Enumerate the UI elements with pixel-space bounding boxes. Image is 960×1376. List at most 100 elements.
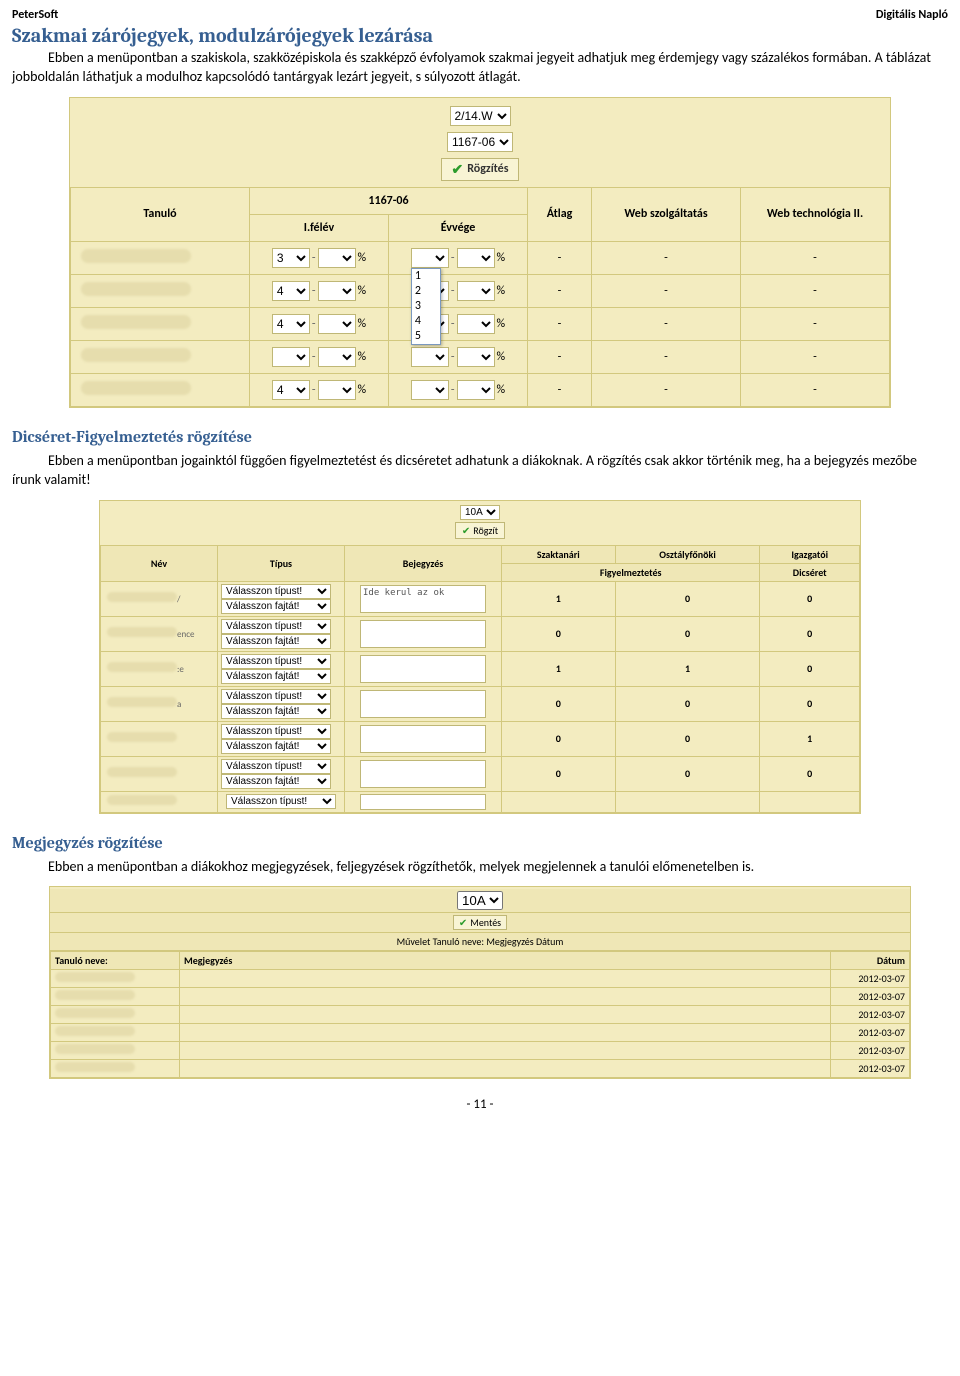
student-name-blur bbox=[107, 697, 177, 707]
grade-select-open[interactable]: 1 2 3 4 5 bbox=[411, 248, 449, 268]
grade-select[interactable]: 4 bbox=[272, 380, 310, 400]
date-cell: 2012-03-07 bbox=[831, 970, 910, 988]
grade-row: 4-% -% --- bbox=[71, 307, 890, 340]
entry-textarea[interactable] bbox=[360, 725, 486, 753]
kind-select[interactable]: Válasszon fajtát! bbox=[221, 669, 331, 684]
percent-select[interactable] bbox=[318, 248, 356, 268]
warning-row: /Válasszon típust!Válasszon fajtát! Ide k… bbox=[101, 581, 860, 616]
warning-row: enceVálasszon típust!Válasszon fajtát!00… bbox=[101, 616, 860, 651]
student-name-blur bbox=[55, 1062, 135, 1072]
note-row: 2012-03-07 bbox=[51, 988, 910, 1006]
type-select[interactable]: Válasszon típust! bbox=[221, 724, 331, 739]
entry-textarea[interactable] bbox=[360, 655, 486, 683]
th-figy: Figyelmeztetés bbox=[502, 563, 760, 581]
student-name-blur bbox=[81, 249, 191, 263]
kind-select[interactable]: Válasszon fajtát! bbox=[221, 704, 331, 719]
th-igazgatoi: Igazgatói bbox=[760, 545, 860, 563]
grade-row: 3 - % 1 2 3 4 5 bbox=[71, 241, 890, 274]
type-select[interactable]: Válasszon típust! bbox=[221, 584, 331, 599]
th-tipus: Típus bbox=[218, 545, 345, 581]
save-button[interactable]: ✔ Rögzít bbox=[455, 522, 505, 539]
type-select[interactable]: Válasszon típust! bbox=[226, 794, 336, 809]
student-name-blur bbox=[55, 1008, 135, 1018]
count-cell: 0 bbox=[760, 616, 860, 651]
kind-select[interactable]: Válasszon fajtát! bbox=[221, 599, 331, 614]
class-select[interactable]: 10A bbox=[457, 891, 503, 910]
percent-select[interactable] bbox=[457, 248, 495, 268]
save-button-label: Mentés bbox=[470, 916, 501, 929]
type-select[interactable]: Válasszon típust! bbox=[221, 619, 331, 634]
kind-select[interactable]: Válasszon fajtát! bbox=[221, 634, 331, 649]
count-cell: 0 bbox=[502, 756, 616, 791]
date-cell: 2012-03-07 bbox=[831, 1060, 910, 1078]
student-name-blur bbox=[107, 627, 177, 637]
grade-select[interactable]: 3 bbox=[272, 248, 310, 268]
th-osztalyfonoki: Osztályfőnöki bbox=[615, 545, 760, 563]
ops-label: Művelet Tanuló neve: Megjegyzés Dátum bbox=[50, 933, 910, 951]
count-cell: 0 bbox=[615, 721, 760, 756]
type-select[interactable]: Válasszon típust! bbox=[221, 654, 331, 669]
entry-textarea[interactable]: Ide kerul az ok bbox=[360, 585, 486, 613]
subj-cell: - bbox=[592, 241, 741, 274]
student-name-blur bbox=[107, 592, 177, 602]
th-evvege: Évvége bbox=[389, 214, 528, 241]
grade-select[interactable]: 4 bbox=[272, 281, 310, 301]
note-cell bbox=[180, 970, 831, 988]
avg-cell: - bbox=[528, 241, 592, 274]
paragraph-3: Ebben a menüpontban a diákokhoz megjegyz… bbox=[12, 858, 948, 877]
student-name-cell bbox=[101, 721, 218, 756]
entry-textarea[interactable] bbox=[360, 760, 486, 788]
type-select[interactable]: Válasszon típust! bbox=[221, 759, 331, 774]
student-name-blur bbox=[55, 1026, 135, 1036]
module-select[interactable]: 1167-06 bbox=[447, 132, 513, 152]
kind-select[interactable]: Válasszon fajtát! bbox=[221, 739, 331, 754]
dropdown-menu[interactable]: 1 2 3 4 5 bbox=[411, 268, 441, 345]
warning-row: Válasszon típust!Válasszon fajtát!000 bbox=[101, 756, 860, 791]
grade-select[interactable]: 4 bbox=[272, 314, 310, 334]
count-cell: 0 bbox=[502, 721, 616, 756]
header-left: PeterSoft bbox=[12, 8, 58, 22]
entry-textarea[interactable] bbox=[360, 620, 486, 648]
class-select[interactable]: 2/14.W bbox=[450, 106, 511, 126]
note-cell bbox=[180, 1042, 831, 1060]
class-select[interactable]: 10A bbox=[460, 505, 500, 520]
th-felev: I.félév bbox=[250, 214, 389, 241]
check-icon: ✔ bbox=[459, 916, 467, 929]
kind-select[interactable]: Válasszon fajtát! bbox=[221, 774, 331, 789]
note-cell bbox=[180, 1024, 831, 1042]
count-cell: 0 bbox=[760, 651, 860, 686]
warnings-panel: 10A ✔ Rögzít Név Típus Bejegyzés Szaktan… bbox=[99, 500, 861, 814]
student-name-blur bbox=[107, 662, 177, 672]
percent-label: % bbox=[358, 251, 367, 265]
check-icon: ✔ bbox=[452, 161, 464, 178]
paragraph-1: Ebben a menüpontban a szakiskola, szakkö… bbox=[12, 49, 948, 87]
date-cell: 2012-03-07 bbox=[831, 1006, 910, 1024]
th-webtech: Web technológia II. bbox=[741, 187, 890, 241]
th-tanulo: Tanuló neve: bbox=[51, 952, 180, 970]
save-button[interactable]: ✔ Rögzítés bbox=[441, 158, 520, 181]
note-row: 2012-03-07 bbox=[51, 1042, 910, 1060]
count-cell: 1 bbox=[502, 651, 616, 686]
save-button[interactable]: ✔ Mentés bbox=[453, 915, 507, 930]
warning-row: :eVálasszon típust!Válasszon fajtát!110 bbox=[101, 651, 860, 686]
note-cell bbox=[180, 1060, 831, 1078]
th-atlag: Átlag bbox=[528, 187, 592, 241]
section-title-3: Megjegyzés rögzítése bbox=[12, 834, 948, 852]
header-right: Digitális Napló bbox=[876, 8, 948, 22]
student-name-cell: a bbox=[101, 686, 218, 721]
student-name-blur bbox=[55, 972, 135, 982]
student-name-blur bbox=[81, 315, 191, 329]
date-cell: 2012-03-07 bbox=[831, 1042, 910, 1060]
student-name-cell: / bbox=[101, 581, 218, 616]
count-cell: 1 bbox=[615, 651, 760, 686]
student-name-cell bbox=[101, 756, 218, 791]
entry-textarea[interactable] bbox=[360, 690, 486, 718]
type-select[interactable]: Válasszon típust! bbox=[221, 689, 331, 704]
student-name-blur bbox=[55, 990, 135, 1000]
student-name-blur bbox=[107, 732, 177, 742]
student-name-cell: ence bbox=[101, 616, 218, 651]
grade-select[interactable] bbox=[272, 347, 310, 367]
note-row: 2012-03-07 bbox=[51, 1060, 910, 1078]
count-cell: 0 bbox=[502, 686, 616, 721]
th-tanulo: Tanuló bbox=[71, 187, 250, 241]
